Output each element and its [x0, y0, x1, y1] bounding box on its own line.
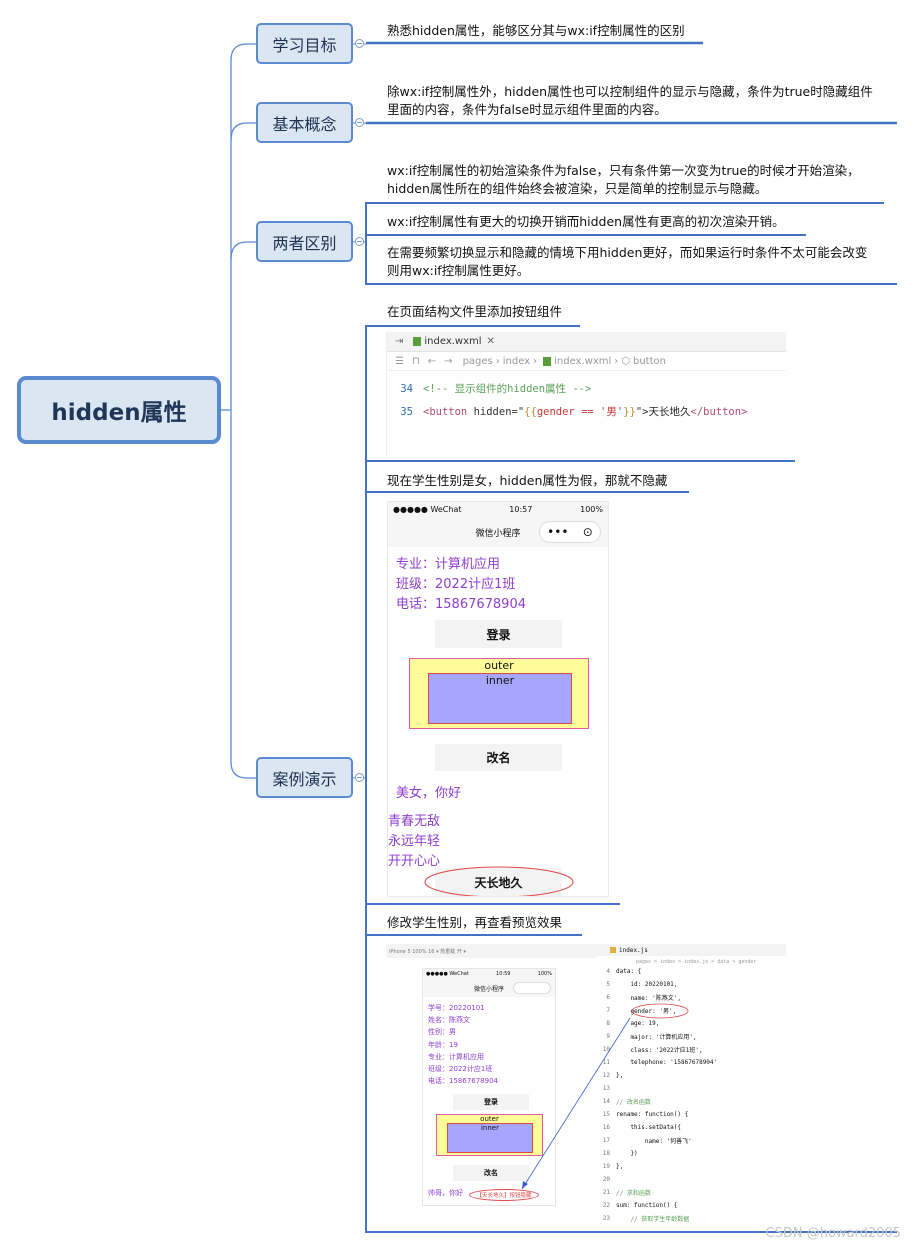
split-icon: ⇥ [395, 336, 404, 347]
collapse-toggle-icon[interactable] [355, 118, 364, 127]
leaf-concept-line1: 除wx:if控制属性外，hidden属性也可以控制组件的显示与隐藏，条件为tru… [387, 84, 873, 99]
preview-and-code-screenshot: iPhone 5 100% 16 ▾ 热重载 开 ▾ ●●●●● WeChat 1… [386, 944, 786, 1229]
menu-capsule[interactable]: ••• ⊙ [539, 521, 601, 543]
info-line: 班级：2022计应1班 [396, 577, 516, 592]
leaf-demo-step3: 修改学生性别，再查看预览效果 [387, 915, 563, 930]
greeting-text: 美女，你好 [396, 786, 462, 801]
leaf-diff1-line1: wx:if控制属性的初始渲染条件为false，只有条件第一次变为true的时候才… [387, 163, 860, 178]
leaf-diff3-line1: 在需要频繁切换显示和隐藏的情境下用hidden更好，而如果运行时条件不太可能会改… [387, 245, 868, 260]
nav-title: 微信小程序 ••• ⊙ [388, 517, 608, 547]
editor-tab-bar: ⇥ index.wxml ✕ [387, 332, 786, 352]
leaf-demo-step2: 现在学生性别是女，hidden属性为假，那就不隐藏 [387, 473, 668, 488]
leaf-diff3-line2: 则用wx:if控制属性更好。 [387, 263, 530, 278]
list-item: 青春无敌 [388, 814, 441, 829]
phone-preview-female: ●●●●● WeChat 10:57 100% 微信小程序 ••• ⊙ 专业：计… [387, 501, 609, 897]
breadcrumb-item[interactable]: pages [463, 356, 493, 367]
leaf-demo-step1: 在页面结构文件里添加按钮组件 [387, 304, 563, 319]
leaf-concept-line2: 里面的内容，条件为false时显示组件里面的内容。 [387, 102, 667, 117]
editor-tab[interactable]: index.wxml [424, 336, 481, 347]
collapse-toggle-icon[interactable] [355, 237, 364, 246]
bookmark-icon: ⊓ [411, 355, 420, 367]
leaf-diff2: wx:if控制属性有更大的切换开销而hidden属性有更高的初次渲染开销。 [387, 214, 785, 229]
code-editor-screenshot: ⇥ index.wxml ✕ ☰ ⊓ ← → pages › index › i… [386, 332, 786, 456]
collapse-toggle-icon[interactable] [355, 773, 364, 782]
branch-case-demo[interactable]: 案例演示 [256, 757, 353, 798]
file-icon [543, 356, 552, 366]
root-node[interactable]: hidden属性 [17, 376, 221, 444]
breadcrumb-item[interactable]: index [503, 356, 530, 367]
status-bar: ●●●●● WeChat 10:57 100% [388, 502, 608, 517]
back-icon[interactable]: ← [428, 356, 436, 367]
close-circle-icon[interactable]: ⊙ [583, 525, 593, 539]
cube-icon: ⬡ [621, 355, 630, 367]
login-button[interactable]: 登录 [435, 620, 562, 648]
file-icon [413, 337, 422, 346]
code-line: 35 <button hidden="{{gender == '男'}} "> 天长地… [400, 405, 748, 419]
forward-icon[interactable]: → [444, 356, 452, 367]
more-icon[interactable]: ••• [547, 525, 568, 539]
breadcrumb: ☰ ⊓ ← → pages › index › index.wxml › ⬡ b… [387, 352, 786, 371]
inner-box: inner [428, 673, 572, 724]
list-icon: ☰ [395, 355, 404, 367]
code-line: 34 <!-- 显示组件的hidden属性 --> [400, 382, 592, 396]
close-icon[interactable]: ✕ [487, 336, 495, 347]
breadcrumb-item[interactable]: button [633, 356, 666, 367]
branch-basic-concept[interactable]: 基本概念 [256, 102, 353, 143]
watermark: CSDN @howard2005 [765, 1226, 901, 1241]
breadcrumb-item[interactable]: index.wxml [554, 356, 611, 367]
relation-arrow [521, 1017, 631, 1190]
list-item: 永远年轻 [388, 834, 441, 849]
branch-difference[interactable]: 两者区别 [256, 221, 353, 262]
collapse-toggle-icon[interactable] [355, 39, 364, 48]
rename-button[interactable]: 改名 [435, 744, 562, 771]
leaf-goal: 熟悉hidden属性，能够区分其与wx:if控制属性的区别 [387, 23, 685, 38]
info-line: 电话：15867678904 [396, 597, 526, 612]
leaf-diff1-line2: hidden属性所在的组件始终会被渲染，只是简单的控制显示与隐藏。 [387, 181, 768, 196]
branch-learning-goal[interactable]: 学习目标 [256, 23, 353, 64]
highlight-ellipse [424, 866, 574, 896]
info-line: 专业：计算机应用 [396, 557, 501, 572]
